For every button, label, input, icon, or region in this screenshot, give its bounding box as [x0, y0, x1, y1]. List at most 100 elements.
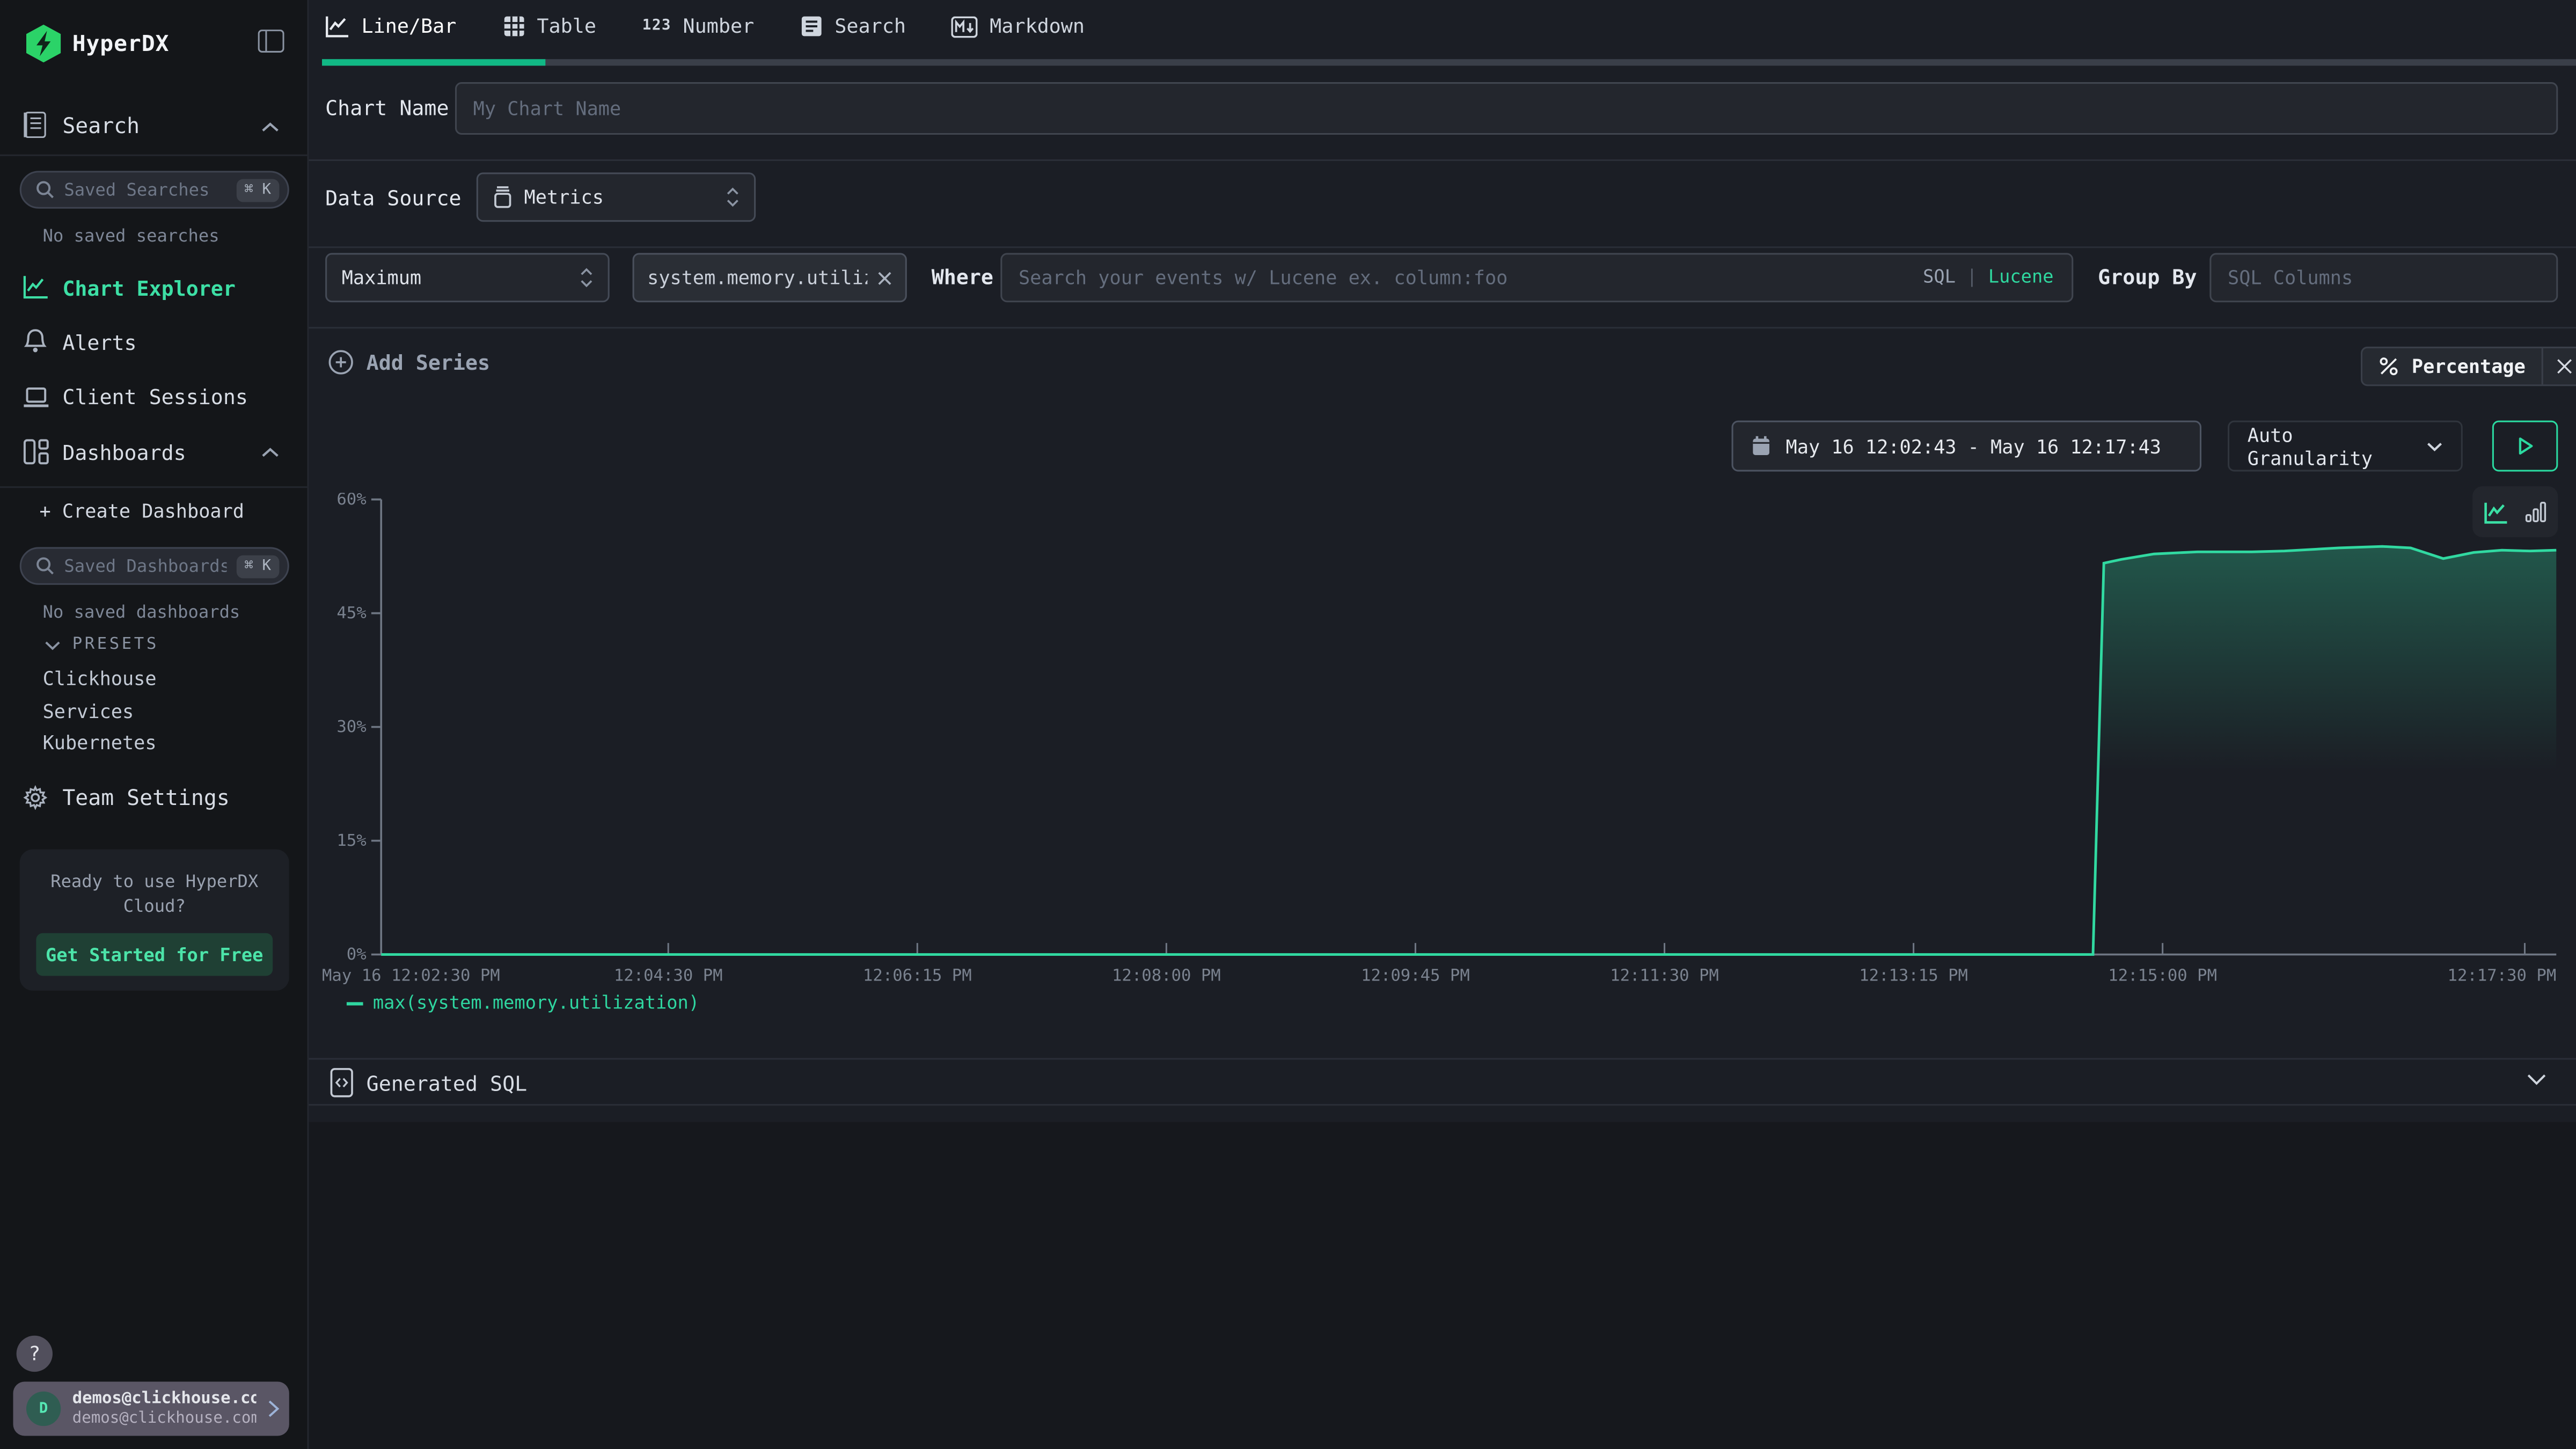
- metric-tag-label: system.memory.utiliza: [647, 266, 867, 289]
- create-dashboard-button[interactable]: + Create Dashboard: [39, 500, 244, 523]
- table-icon: [502, 15, 525, 38]
- close-icon[interactable]: [877, 270, 892, 286]
- time-series-chart[interactable]: 0%15%30%45%60%May 16 12:02:30 PM12:04:30…: [316, 493, 2570, 989]
- laptop-icon: [23, 386, 49, 409]
- chart-editor-panel: Line/Bar Table 123 Number Search: [309, 0, 2576, 1122]
- select-chevrons-icon: [726, 187, 739, 207]
- preset-clickhouse[interactable]: Clickhouse: [43, 667, 157, 690]
- 123-icon: 123: [642, 18, 671, 35]
- database-icon: [493, 186, 513, 209]
- sidebar-item-dashboards[interactable]: Dashboards: [62, 440, 186, 465]
- sidebar-item-client-sessions[interactable]: Client Sessions: [62, 384, 248, 409]
- tab-markdown[interactable]: Markdown: [952, 15, 1085, 38]
- remove-percentage-button[interactable]: [2544, 348, 2576, 384]
- chevron-down-icon[interactable]: [45, 641, 61, 650]
- code-icon: [330, 1068, 353, 1097]
- journal-icon: [23, 112, 48, 138]
- user-team: demos@clickhouse.com's: [72, 1410, 257, 1428]
- group-by-input[interactable]: [2209, 253, 2558, 302]
- saved-dashboards-input[interactable]: Saved Dashboards ⌘ K: [20, 547, 289, 584]
- granularity-select[interactable]: Auto Granularity: [2228, 421, 2463, 472]
- divider: [309, 327, 2576, 328]
- search-icon: [36, 557, 54, 575]
- svg-text:0%: 0%: [347, 945, 367, 964]
- tab-line-bar[interactable]: Line/Bar: [325, 15, 456, 38]
- chevron-right-icon: [268, 1400, 279, 1418]
- dashboards-icon: [23, 438, 49, 465]
- no-saved-searches-note: No saved searches: [43, 226, 219, 246]
- no-saved-dashboards-note: No saved dashboards: [43, 603, 240, 623]
- where-label: Where: [932, 265, 993, 289]
- svg-text:60%: 60%: [336, 493, 366, 508]
- svg-text:12:13:15 PM: 12:13:15 PM: [1859, 967, 1968, 985]
- sidebar-item-team-settings[interactable]: Team Settings: [62, 787, 229, 811]
- collapse-sidebar-icon[interactable]: [258, 30, 284, 53]
- sidebar-item-search[interactable]: Search: [62, 115, 140, 140]
- percent-icon: [2379, 356, 2399, 376]
- where-input-wrap: SQL | Lucene: [1000, 253, 2073, 302]
- user-menu[interactable]: D demos@clickhouse.com demos@clickhouse.…: [13, 1381, 289, 1436]
- close-icon: [2557, 358, 2573, 375]
- sidebar: HyperDX Search Saved Searches ⌘ K No sav…: [0, 0, 309, 1449]
- help-button[interactable]: ?: [17, 1336, 53, 1372]
- tab-table[interactable]: Table: [502, 15, 596, 38]
- play-icon: [2518, 437, 2533, 455]
- get-started-button[interactable]: Get Started for Free: [36, 933, 273, 976]
- data-source-label: Data Source: [325, 186, 461, 210]
- svg-text:May 16 12:02:30 PM: May 16 12:02:30 PM: [322, 967, 500, 985]
- query-language-toggle[interactable]: SQL | Lucene: [1923, 266, 2053, 288]
- svg-text:12:11:30 PM: 12:11:30 PM: [1610, 967, 1719, 985]
- tab-number[interactable]: 123 Number: [642, 15, 755, 38]
- lucene-option[interactable]: Lucene: [1988, 266, 2054, 288]
- divider: [309, 159, 2576, 161]
- tab-search[interactable]: Search: [800, 15, 906, 38]
- group-by-label: Group By: [2098, 265, 2197, 289]
- tab-bar: Line/Bar Table 123 Number Search: [309, 0, 2576, 65]
- divider: [0, 486, 309, 488]
- saved-searches-input[interactable]: Saved Searches ⌘ K: [20, 171, 289, 208]
- search-icon: [36, 181, 54, 199]
- aggregation-select[interactable]: Maximum: [325, 253, 610, 302]
- saved-searches-placeholder: Saved Searches: [64, 180, 226, 200]
- brand-title: HyperDX: [72, 31, 170, 57]
- kbd-shortcut: ⌘ K: [236, 178, 279, 201]
- chart-name-input[interactable]: [455, 82, 2558, 135]
- chevron-down-icon: [2427, 441, 2443, 451]
- line-chart-icon: [325, 15, 350, 38]
- sql-option[interactable]: SQL: [1923, 266, 1956, 288]
- percentage-toggle[interactable]: Percentage: [2361, 347, 2576, 386]
- sidebar-item-chart-explorer[interactable]: Chart Explorer: [62, 276, 236, 301]
- metric-tag[interactable]: system.memory.utiliza: [633, 253, 907, 302]
- svg-text:30%: 30%: [336, 718, 366, 736]
- generated-sql-toggle[interactable]: Generated SQL: [330, 1068, 527, 1097]
- chevron-down-icon[interactable]: [2527, 1073, 2546, 1086]
- svg-text:12:04:30 PM: 12:04:30 PM: [614, 967, 723, 985]
- plus-circle-icon: [328, 350, 353, 375]
- hyperdx-logo-icon: [26, 25, 61, 62]
- preset-kubernetes[interactable]: Kubernetes: [43, 731, 157, 754]
- active-tab-underline: [322, 59, 545, 65]
- preset-services[interactable]: Services: [43, 700, 134, 723]
- chevron-up-icon[interactable]: [261, 122, 280, 133]
- svg-text:15%: 15%: [336, 831, 366, 850]
- run-query-button[interactable]: [2492, 421, 2558, 472]
- sidebar-item-alerts[interactable]: Alerts: [62, 330, 136, 355]
- date-range-picker[interactable]: May 16 12:02:43 - May 16 12:17:43: [1732, 421, 2202, 472]
- date-range-value: May 16 12:02:43 - May 16 12:17:43: [1786, 435, 2161, 458]
- where-input[interactable]: [1000, 253, 2073, 302]
- data-source-select[interactable]: Metrics: [477, 172, 756, 222]
- svg-text:12:15:00 PM: 12:15:00 PM: [2108, 967, 2217, 985]
- divider: [309, 1104, 2576, 1106]
- add-series-button[interactable]: Add Series: [328, 350, 490, 375]
- granularity-value: Auto Granularity: [2248, 423, 2427, 469]
- presets-header[interactable]: PRESETS: [72, 636, 159, 654]
- chevron-up-icon[interactable]: [261, 447, 280, 458]
- svg-text:12:09:45 PM: 12:09:45 PM: [1361, 967, 1470, 985]
- svg-text:12:06:15 PM: 12:06:15 PM: [863, 967, 972, 985]
- line-chart-icon: [23, 274, 49, 299]
- avatar: D: [26, 1392, 61, 1426]
- legend-swatch: [347, 1001, 363, 1005]
- gear-icon: [23, 785, 48, 810]
- divider: [0, 155, 309, 156]
- legend-label: max(system.memory.utilization): [373, 992, 699, 1014]
